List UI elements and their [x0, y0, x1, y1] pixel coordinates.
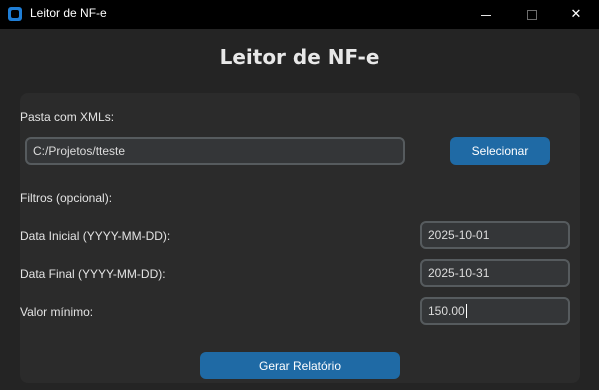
app-window: Leitor de NF-e ✕ Leitor de NF-e Pasta co… — [0, 0, 599, 390]
folder-label: Pasta com XMLs: — [20, 110, 115, 124]
page-title: Leitor de NF-e — [219, 45, 380, 69]
close-button[interactable]: ✕ — [553, 0, 599, 29]
select-folder-button[interactable]: Selecionar — [450, 137, 550, 165]
start-date-input[interactable] — [420, 221, 570, 249]
window-title: Leitor de NF-e — [30, 6, 107, 20]
text-caret — [466, 304, 467, 318]
maximize-button[interactable] — [509, 0, 555, 29]
generate-report-button[interactable]: Gerar Relatório — [200, 352, 400, 379]
minimize-button[interactable] — [463, 0, 509, 29]
min-value-label: Valor mínimo: — [20, 305, 94, 319]
title-bar: Leitor de NF-e ✕ — [0, 0, 599, 29]
folder-path-input[interactable] — [25, 137, 405, 165]
filters-label: Filtros (opcional): — [20, 191, 113, 205]
start-date-label: Data Inicial (YYYY-MM-DD): — [20, 229, 171, 243]
end-date-label: Data Final (YYYY-MM-DD): — [20, 267, 166, 281]
app-icon — [8, 7, 22, 21]
minimize-icon — [481, 15, 491, 16]
close-icon: ✕ — [570, 7, 582, 22]
maximize-icon — [527, 9, 537, 20]
end-date-input[interactable] — [420, 259, 570, 287]
min-value-input[interactable] — [420, 297, 570, 325]
